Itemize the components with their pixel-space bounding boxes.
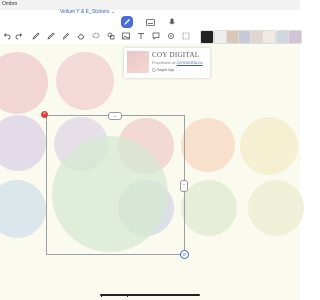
image-icon bbox=[122, 32, 130, 40]
dashed-box-icon bbox=[182, 32, 190, 40]
comment-icon bbox=[152, 32, 160, 40]
shop-popup: COY DIGITAL Proprietário de COYDIGITALCo… bbox=[124, 48, 210, 78]
pencil-icon bbox=[47, 32, 55, 40]
selection-resize-handle[interactable]: ⌃ bbox=[180, 180, 188, 192]
favorite-sticker[interactable] bbox=[288, 30, 302, 44]
owner-link[interactable]: COYDIGITALCo bbox=[177, 61, 203, 65]
image-tool-button[interactable] bbox=[121, 31, 131, 41]
eraser-tool-button[interactable] bbox=[76, 31, 86, 41]
undo-icon bbox=[3, 33, 11, 40]
microphone-icon bbox=[169, 18, 175, 24]
top-toolbar bbox=[0, 14, 300, 28]
favorite-sticker[interactable] bbox=[200, 30, 214, 44]
pen-tool-button[interactable] bbox=[31, 31, 41, 41]
delete-selection-button[interactable]: × bbox=[41, 111, 48, 118]
sticker-circle-pink[interactable] bbox=[56, 52, 114, 110]
selection-rotate-handle[interactable]: ⟳ bbox=[180, 250, 189, 259]
sticker-circle-lime[interactable] bbox=[248, 180, 304, 236]
shop-name: COY DIGITAL bbox=[152, 51, 200, 59]
highlighter-icon bbox=[62, 33, 69, 40]
laser-tool-button[interactable] bbox=[166, 31, 176, 41]
eraser-icon bbox=[77, 33, 85, 40]
text-icon bbox=[138, 33, 144, 39]
more-tools-button[interactable] bbox=[181, 31, 191, 41]
undo-button[interactable] bbox=[2, 31, 12, 41]
keyboard-icon bbox=[145, 18, 155, 26]
pen-icon bbox=[124, 19, 130, 25]
text-tool-button[interactable] bbox=[136, 31, 146, 41]
favorite-sticker[interactable] bbox=[262, 30, 276, 44]
owner-prefix: Proprietário de bbox=[152, 61, 177, 65]
store-icon bbox=[152, 68, 156, 72]
follow-shop-label: Seguir loja bbox=[157, 68, 174, 72]
sticker-circle-yellow[interactable] bbox=[240, 117, 298, 175]
highlighter-tool-button[interactable] bbox=[61, 31, 71, 41]
keyboard-mode-button[interactable] bbox=[144, 16, 156, 28]
sticker-favorites bbox=[196, 30, 302, 44]
voice-mode-button[interactable] bbox=[166, 16, 178, 28]
lasso-tool-button[interactable] bbox=[91, 31, 101, 41]
follow-shop-button[interactable]: Seguir loja bbox=[152, 68, 174, 72]
shop-owner: Proprietário de COYDIGITALCo bbox=[152, 61, 203, 65]
shapes-icon bbox=[107, 32, 115, 40]
redo-icon bbox=[15, 33, 23, 40]
sticker-circle-green[interactable] bbox=[181, 180, 237, 236]
pencil-tool-button[interactable] bbox=[46, 31, 56, 41]
lasso-icon bbox=[92, 32, 100, 39]
comment-tool-button[interactable] bbox=[151, 31, 161, 41]
redo-button[interactable] bbox=[14, 31, 24, 41]
shapes-tool-button[interactable] bbox=[106, 31, 116, 41]
home-indicator bbox=[100, 294, 200, 296]
shop-thumbnail bbox=[127, 51, 149, 73]
sticker-circle-apricot[interactable] bbox=[181, 118, 235, 172]
pen-tool-icon bbox=[32, 32, 40, 40]
selection-top-handle[interactable]: ⌄ bbox=[108, 112, 122, 120]
laser-pointer-icon bbox=[168, 33, 174, 39]
selection-frame[interactable] bbox=[46, 115, 185, 255]
pen-mode-button[interactable] bbox=[121, 16, 133, 28]
